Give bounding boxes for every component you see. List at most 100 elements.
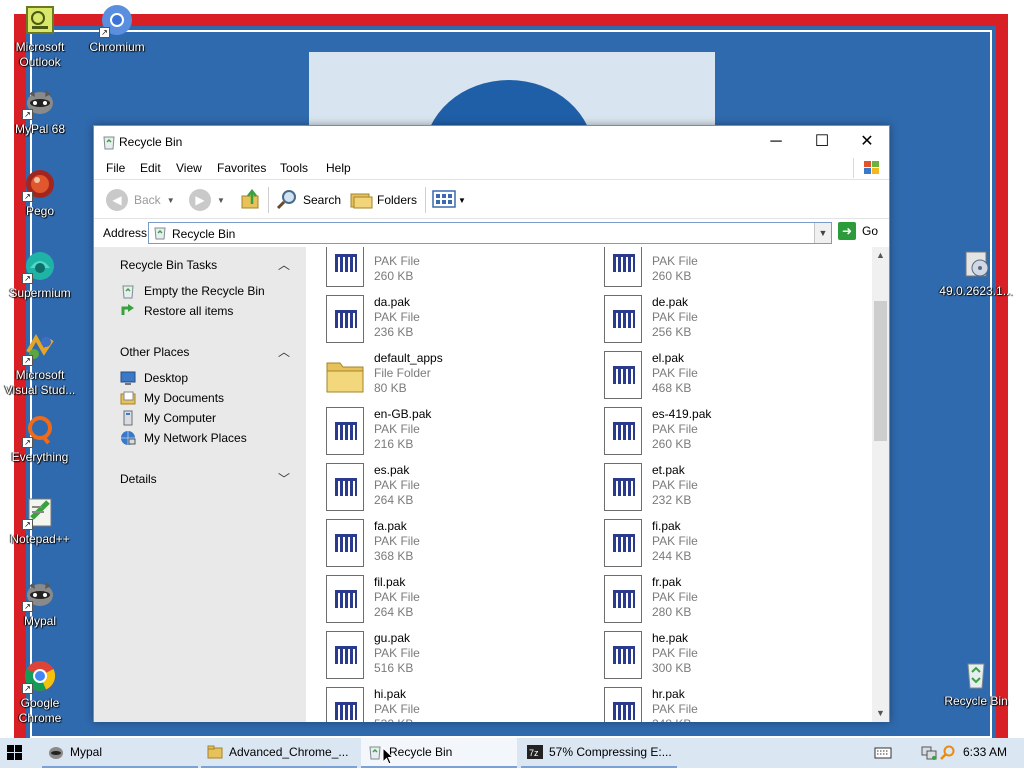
my-computer-link[interactable]: My Computer	[120, 410, 216, 426]
file-size: 244 KB	[652, 549, 692, 563]
pak-file-icon	[326, 463, 364, 511]
menu-favorites[interactable]: Favorites	[217, 161, 266, 175]
task-pane: Recycle Bin Tasks ︿ Empty the Recycle Bi…	[94, 247, 306, 722]
installer-icon	[960, 248, 992, 280]
search-tray-icon[interactable]	[939, 745, 957, 764]
file-item[interactable]: fi.pak PAK File 244 KB	[594, 519, 854, 575]
back-button[interactable]: ◀ Back ▼	[106, 187, 175, 213]
pak-file-icon	[604, 351, 642, 399]
file-type: PAK File	[652, 702, 698, 716]
file-size: 264 KB	[374, 493, 414, 507]
vertical-scrollbar[interactable]: ▲ ▼	[872, 247, 889, 722]
views-button[interactable]: ▼	[432, 187, 466, 213]
restore-all-items-link[interactable]: Restore all items	[120, 303, 233, 319]
scroll-down-arrow-icon[interactable]: ▼	[872, 705, 889, 722]
details-header[interactable]: Details	[120, 472, 157, 486]
taskbar-item-7zip[interactable]: 7z 57% Compressing E:...	[521, 738, 677, 768]
file-item[interactable]: PAK File 260 KB	[594, 247, 854, 295]
desktop-icon-pego[interactable]: ↗ Pego	[1, 168, 79, 219]
menu-view[interactable]: View	[176, 161, 202, 175]
collapse-chevron-icon[interactable]: ︿	[278, 256, 290, 273]
file-item[interactable]: he.pak PAK File 300 KB	[594, 631, 854, 687]
file-name: gu.pak	[374, 631, 411, 645]
file-name: et.pak	[652, 463, 685, 477]
file-type: PAK File	[374, 422, 420, 436]
up-folder-button[interactable]	[240, 187, 262, 213]
file-item[interactable]: da.pak PAK File 236 KB	[316, 295, 576, 351]
clock[interactable]: 6:33 AM	[963, 745, 1007, 759]
file-item[interactable]: es-419.pak PAK File 260 KB	[594, 407, 854, 463]
address-dropdown-button[interactable]: ▼	[814, 223, 831, 243]
notepadpp-icon: ↗	[22, 496, 56, 530]
start-button[interactable]	[0, 738, 40, 768]
raccoon-icon: ↗	[22, 578, 56, 612]
go-button[interactable]: ➜ Go	[838, 222, 878, 240]
recycle-bin-icon	[153, 226, 167, 240]
desktop-icon-visual-studio[interactable]: ↗ Microsoft Visual Stud...	[1, 332, 79, 398]
my-network-places-link[interactable]: My Network Places	[120, 430, 247, 446]
network-tray-icon[interactable]	[920, 745, 938, 764]
desktop-icon-label: Mypal	[23, 614, 56, 628]
close-button[interactable]: ✕	[844, 126, 890, 158]
minimize-button[interactable]: ─	[753, 126, 799, 158]
file-item[interactable]: fr.pak PAK File 280 KB	[594, 575, 854, 631]
desktop-icon-everything[interactable]: ↗ Everything	[1, 414, 79, 465]
menu-tools[interactable]: Tools	[280, 161, 308, 175]
desktop-icon-label: Supermium	[9, 286, 71, 300]
pak-file-icon	[604, 463, 642, 511]
menu-file[interactable]: File	[106, 161, 125, 175]
file-item[interactable]: fil.pak PAK File 264 KB	[316, 575, 576, 631]
file-name: hi.pak	[374, 687, 407, 701]
pak-file-icon	[326, 575, 364, 623]
desktop-link[interactable]: Desktop	[120, 370, 188, 386]
desktop-icon-label: Recycle Bin	[944, 694, 1008, 708]
scroll-up-arrow-icon[interactable]: ▲	[872, 247, 889, 264]
keyboard-icon[interactable]	[874, 745, 892, 764]
desktop-icon-supermium[interactable]: ↗ Supermium	[1, 250, 79, 301]
file-type: PAK File	[374, 310, 420, 324]
address-field[interactable]: Recycle Bin ▼	[148, 222, 832, 244]
my-documents-link[interactable]: My Documents	[120, 390, 224, 406]
file-type: PAK File	[374, 702, 420, 716]
file-item[interactable]: et.pak PAK File 232 KB	[594, 463, 854, 519]
file-item[interactable]: fa.pak PAK File 368 KB	[316, 519, 576, 575]
taskbar-item-mypal[interactable]: Mypal	[42, 738, 198, 768]
file-item[interactable]: hi.pakPAK File532 KB	[316, 687, 576, 722]
file-item[interactable]: PAK File 260 KB	[316, 247, 576, 295]
maximize-button[interactable]: ☐	[799, 126, 845, 158]
outlook-icon	[24, 4, 56, 36]
other-places-header[interactable]: Other Places	[120, 345, 189, 359]
file-item[interactable]: de.pak PAK File 256 KB	[594, 295, 854, 351]
forward-button[interactable]: ▶ ▼	[189, 187, 225, 213]
file-type: PAK File	[374, 478, 420, 492]
recycle-bin-tasks-header[interactable]: Recycle Bin Tasks	[120, 258, 217, 272]
menu-edit[interactable]: Edit	[140, 161, 161, 175]
desktop-icon-chromium[interactable]: ↗ Chromium	[78, 4, 156, 55]
folder-item[interactable]: default_apps File Folder 80 KB	[316, 351, 576, 407]
menu-help[interactable]: Help	[326, 161, 351, 175]
title-bar[interactable]: Recycle Bin ─ ☐ ✕	[94, 126, 889, 158]
desktop-icon-outlook[interactable]: Microsoft Outlook	[1, 4, 79, 70]
shortcut-arrow-icon: ↗	[22, 601, 33, 612]
desktop-icon-recycle-bin[interactable]: Recycle Bin	[935, 658, 1017, 709]
file-item[interactable]: el.pak PAK File 468 KB	[594, 351, 854, 407]
desktop-icon-mypal68[interactable]: ↗ MyPal 68	[1, 86, 79, 137]
menu-bar: File Edit View Favorites Tools Help	[94, 158, 889, 180]
collapse-chevron-icon[interactable]: ︿	[278, 343, 290, 360]
desktop-icon-notepadpp[interactable]: ↗ Notepad++	[1, 496, 79, 547]
file-name: da.pak	[374, 295, 411, 309]
desktop-icon-installer[interactable]: 49.0.2623.1...	[935, 248, 1017, 299]
taskbar-item-folder[interactable]: Advanced_Chrome_...	[201, 738, 357, 768]
file-item[interactable]: en-GB.pak PAK File 216 KB	[316, 407, 576, 463]
file-item[interactable]: gu.pak PAK File 516 KB	[316, 631, 576, 687]
desktop-icon-google-chrome[interactable]: ↗ Google Chrome	[1, 660, 79, 726]
folders-button[interactable]: Folders	[349, 187, 417, 213]
expand-chevron-icon[interactable]: ﹀	[278, 470, 290, 487]
empty-recycle-bin-link[interactable]: Empty the Recycle Bin	[120, 283, 265, 299]
file-item[interactable]: hr.pakPAK File248 KB	[594, 687, 854, 722]
scrollbar-thumb[interactable]	[874, 301, 887, 441]
file-item[interactable]: es.pak PAK File 264 KB	[316, 463, 576, 519]
desktop-icon-mypal[interactable]: ↗ Mypal	[1, 578, 79, 629]
search-button[interactable]: Search	[275, 187, 341, 213]
7zip-icon: 7z	[527, 744, 543, 760]
